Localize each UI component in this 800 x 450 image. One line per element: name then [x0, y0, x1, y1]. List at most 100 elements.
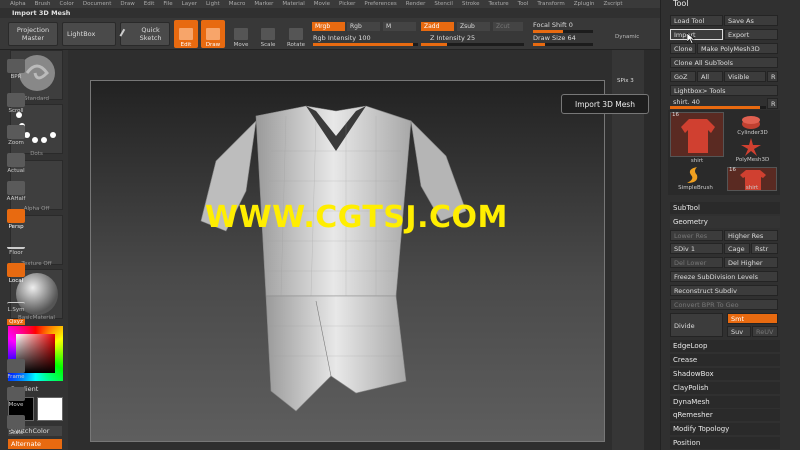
subtool-section[interactable]: SubTool [670, 202, 780, 214]
del-higher-button[interactable]: Del Higher [724, 257, 778, 268]
m-toggle[interactable]: M [383, 22, 416, 31]
menu-item-layer[interactable]: Layer [182, 0, 197, 8]
menu-item-edit[interactable]: Edit [144, 0, 155, 8]
lightbox-button[interactable]: LightBox [62, 22, 116, 46]
tool-thumb-shirt[interactable] [670, 112, 724, 157]
menu-item-picker[interactable]: Picker [339, 0, 355, 8]
floor-button[interactable]: Floor [3, 228, 29, 256]
sdiv-slider[interactable]: SDiv 1 [670, 243, 723, 254]
actual-button[interactable]: Actual [3, 146, 29, 174]
qremesher-section[interactable]: qRemesher [670, 409, 780, 421]
menu-item-draw[interactable]: Draw [120, 0, 134, 8]
freeze-subdivision-button[interactable]: Freeze SubDivision Levels [670, 271, 778, 282]
reconstruct-subdiv-button[interactable]: Reconstruct Subdiv [670, 285, 778, 296]
rgb-intensity-slider[interactable] [313, 43, 418, 46]
aahalf-button[interactable]: AAHalf [3, 174, 29, 202]
document-canvas[interactable] [90, 80, 605, 442]
zsub-toggle[interactable]: Zsub [457, 22, 490, 31]
local-button[interactable]: Local [3, 256, 29, 284]
goz-r-button[interactable]: R [767, 71, 778, 82]
lightbox-tools-button[interactable]: Lightbox> Tools [670, 85, 778, 96]
make-polymesh-button[interactable]: Make PolyMesh3D [697, 43, 778, 54]
geometry-section[interactable]: Geometry [670, 216, 780, 228]
projection-master-button[interactable]: Projection Master [8, 22, 58, 46]
clone-all-subtools-button[interactable]: Clone All SubTools [670, 57, 778, 68]
smt-toggle[interactable]: Smt [727, 313, 778, 324]
position-section[interactable]: Position [670, 437, 780, 449]
suv-toggle[interactable]: Suv [727, 326, 751, 337]
mrgb-toggle[interactable]: Mrgb [312, 22, 345, 31]
menu-item-stroke[interactable]: Stroke [462, 0, 480, 8]
quick-sketch-button[interactable]: Quick Sketch [119, 22, 170, 46]
save-as-button[interactable]: Save As [724, 15, 778, 26]
dynamic-toggle[interactable]: Dynamic [615, 34, 639, 40]
menu-item-render[interactable]: Render [406, 0, 426, 8]
scroll-button[interactable]: Scroll [3, 86, 29, 114]
goz-all-button[interactable]: All [697, 71, 723, 82]
edgeloop-section[interactable]: EdgeLoop [670, 340, 780, 352]
convert-bpr-button[interactable]: Convert BPR To Geo [670, 299, 778, 310]
draw-button[interactable]: Draw [201, 20, 225, 48]
menu-item-marker[interactable]: Marker [254, 0, 273, 8]
scale-view-button[interactable]: Scale [3, 408, 29, 436]
del-lower-button[interactable]: Del Lower [670, 257, 723, 268]
move-button[interactable]: Move [229, 20, 253, 48]
qxyz-button[interactable]: Qxyz [3, 305, 29, 325]
move-view-button[interactable]: Move [3, 380, 29, 408]
scale-button[interactable]: Scale [256, 20, 280, 48]
menu-item-transform[interactable]: Transform [537, 0, 564, 8]
menu-item-file[interactable]: File [163, 0, 172, 8]
menu-item-texture[interactable]: Texture [489, 0, 509, 8]
menu-item-movie[interactable]: Movie [314, 0, 330, 8]
tool-r-button[interactable]: R [767, 98, 778, 109]
menu-item-color[interactable]: Color [60, 0, 74, 8]
menu-item-zplugin[interactable]: Zplugin [574, 0, 595, 8]
menu-item-alpha[interactable]: Alpha [10, 0, 26, 8]
rstr-button[interactable]: Rstr [751, 243, 778, 254]
divide-button[interactable]: Divide [670, 313, 723, 337]
menu-item-brush[interactable]: Brush [35, 0, 51, 8]
export-button[interactable]: Export [724, 29, 778, 40]
menu-item-stencil[interactable]: Stencil [434, 0, 453, 8]
alternate-button[interactable]: Alternate [8, 439, 62, 449]
tool-thumb-cylinder[interactable] [740, 114, 762, 130]
load-tool-button[interactable]: Load Tool [670, 15, 723, 26]
menu-item-preferences[interactable]: Preferences [364, 0, 396, 8]
z-intensity-slider[interactable] [421, 43, 524, 46]
tool-thumb-polymesh[interactable] [741, 138, 761, 156]
goz-button[interactable]: GoZ [670, 71, 696, 82]
draw-size-slider[interactable] [533, 43, 593, 46]
crease-section[interactable]: Crease [670, 354, 780, 366]
reuv-button[interactable]: ReUV [752, 326, 778, 337]
zadd-toggle[interactable]: Zadd [421, 22, 454, 31]
visible-button[interactable]: Visible [724, 71, 766, 82]
focal-shift-slider[interactable] [533, 30, 593, 33]
secondary-color-swatch[interactable] [37, 397, 63, 421]
menu-item-zscript[interactable]: Zscript [603, 0, 622, 8]
frame-button[interactable]: Frame [3, 352, 29, 380]
menu-item-light[interactable]: Light [206, 0, 220, 8]
dynamesh-section[interactable]: DynaMesh [670, 396, 780, 408]
edit-button[interactable]: Edit [174, 20, 198, 48]
lower-res-button[interactable]: Lower Res [670, 230, 723, 241]
shadowbox-section[interactable]: ShadowBox [670, 368, 780, 380]
modify-topology-section[interactable]: Modify Topology [670, 423, 780, 435]
tool-slider[interactable] [670, 106, 766, 109]
claypolish-section[interactable]: ClayPolish [670, 382, 780, 394]
import-button[interactable]: Import [670, 29, 723, 40]
tool-thumb-simplebrush[interactable] [683, 165, 703, 185]
menu-item-macro[interactable]: Macro [229, 0, 246, 8]
clone-button[interactable]: Clone [670, 43, 696, 54]
zoom-button[interactable]: Zoom [3, 118, 29, 146]
bpr-button[interactable]: BPR [3, 52, 29, 80]
menu-item-tool[interactable]: Tool [518, 0, 529, 8]
cage-button[interactable]: Cage [724, 243, 750, 254]
menu-item-document[interactable]: Document [83, 0, 112, 8]
higher-res-button[interactable]: Higher Res [724, 230, 778, 241]
shirt-mesh[interactable] [91, 81, 606, 443]
rotate-button[interactable]: Rotate [284, 20, 308, 48]
rgb-toggle[interactable]: Rgb [347, 22, 380, 31]
menu-item-material[interactable]: Material [282, 0, 304, 8]
zcut-toggle[interactable]: Zcut [493, 22, 523, 31]
persp-button[interactable]: Persp [3, 202, 29, 230]
